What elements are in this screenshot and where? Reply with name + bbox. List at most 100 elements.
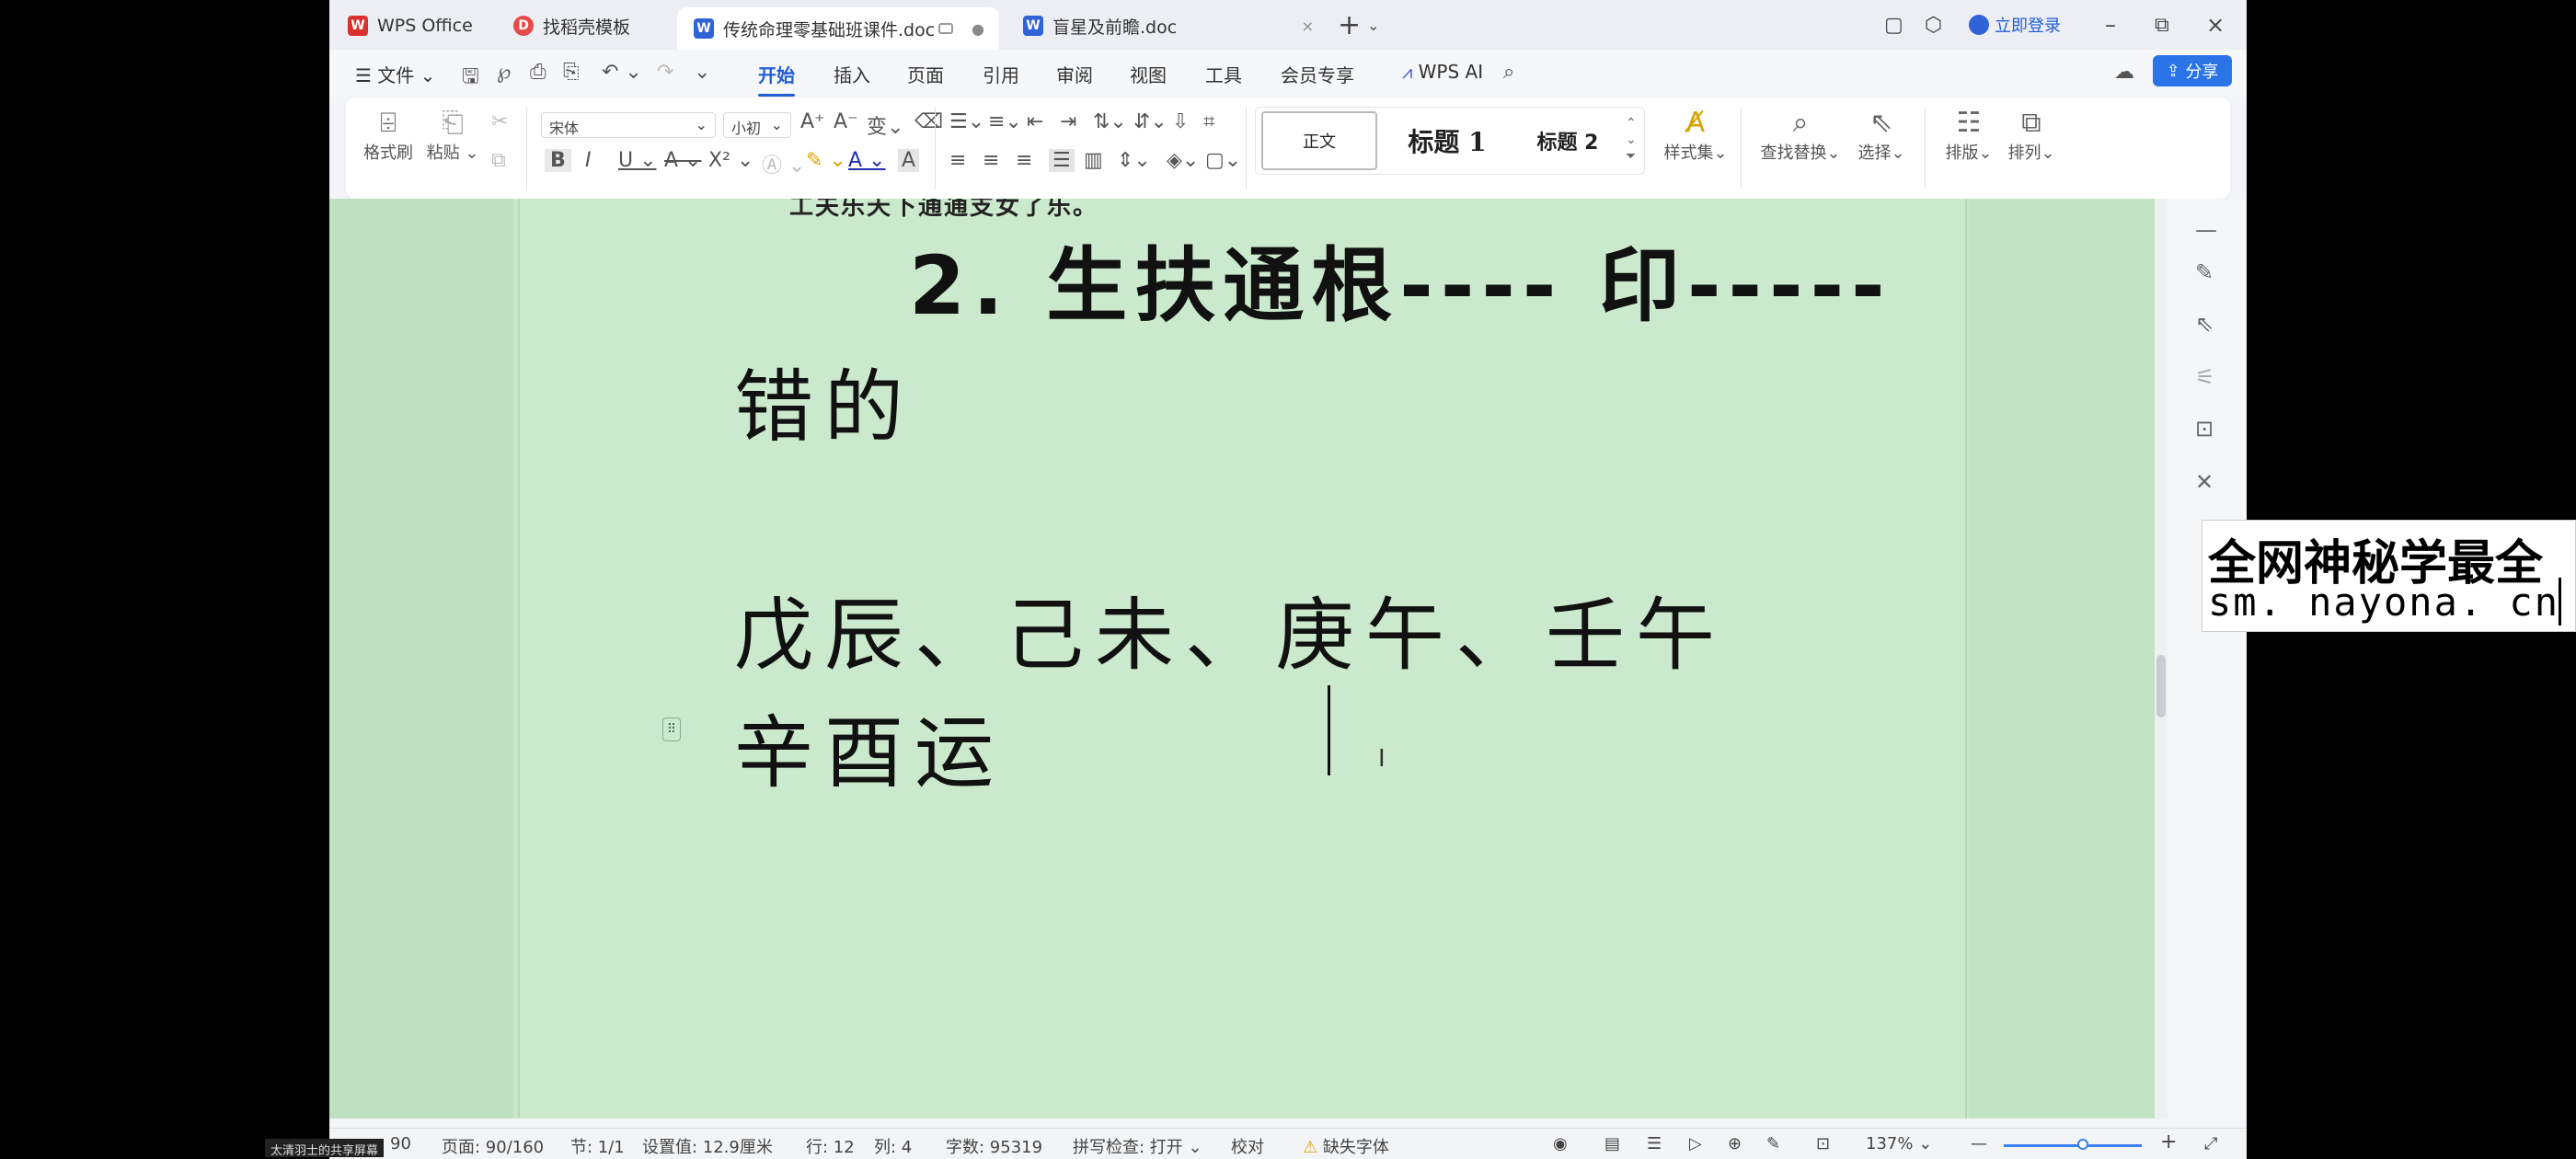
char-shading-icon[interactable]: A (898, 149, 920, 172)
format-painter-button[interactable]: ⌹ 格式刷 (361, 107, 416, 164)
show-marks-icon[interactable]: ⌗ (1203, 110, 1214, 133)
italic-icon[interactable]: I (585, 149, 592, 172)
cut-icon[interactable]: ✂ (491, 110, 508, 133)
close-tab-icon[interactable]: × (1302, 17, 1314, 35)
find-replace-button[interactable]: ⌕ 查找替换⌄ (1757, 107, 1844, 164)
proofread-button[interactable]: 校对 (1231, 1134, 1264, 1158)
save-icon[interactable]: 🖫 (462, 61, 479, 96)
wps-ai-button[interactable]: ⩘ WPS AI (1402, 61, 1483, 83)
numbered-list-icon[interactable]: ≡⌄ (988, 110, 1022, 133)
print-preview-icon[interactable]: ⎘ (563, 61, 580, 84)
search-icon[interactable]: ⌕ (1503, 61, 1514, 84)
spell-check-toggle[interactable]: 拼写检查: 打开 ⌄ (1073, 1134, 1202, 1158)
comment-icon[interactable] (938, 23, 953, 34)
text-direction-icon[interactable]: ⇅⌄ (1093, 110, 1127, 133)
font-size-select[interactable]: 小初 ⌄ (723, 112, 791, 138)
clear-format-icon[interactable]: ⌫ (914, 110, 943, 133)
paste-button[interactable]: ⎗ 粘贴 ⌄ (425, 107, 480, 164)
outline-view-icon[interactable]: ☰ (1647, 1134, 1662, 1153)
share-button[interactable]: ⇪ 分享 (2153, 55, 2232, 86)
font-color-icon[interactable]: A ⌄ (848, 149, 885, 172)
bullet-list-icon[interactable]: ☰⌄ (949, 110, 984, 133)
page-count[interactable]: 页面: 90/160 (442, 1134, 544, 1158)
file-menu[interactable]: ☰ 文件 ⌄ (355, 61, 435, 87)
menu-tools[interactable]: 工具 (1205, 61, 1242, 87)
bold-icon[interactable]: B (545, 149, 571, 172)
text-effect-icon[interactable]: Ⓐ ⌄ (762, 149, 805, 178)
tab-mangxing-document[interactable]: W 盲星及前瞻.doc × (1016, 6, 1328, 46)
align-left-icon[interactable]: ≡ (949, 149, 966, 172)
restore-icon[interactable]: ⧉ (2155, 9, 2169, 40)
web-view-icon[interactable]: ⊕ (1728, 1134, 1742, 1153)
adjust-icon[interactable]: ⚟ (2195, 364, 2215, 390)
menu-reference[interactable]: 引用 (983, 61, 1019, 87)
zoom-out-icon[interactable]: — (1971, 1134, 1987, 1153)
pen-icon[interactable]: ✎ (2195, 259, 2214, 285)
style-gallery-scroll-icon[interactable]: ⌃ ⌄ ⏷ (1626, 115, 1637, 165)
tab-current-document[interactable]: W 传统命理零基础班课件.doc ● (677, 7, 999, 50)
tab-list-chevron-icon[interactable]: ⌄ (1367, 9, 1379, 40)
export-pdf-icon[interactable]: ℘ (497, 61, 511, 84)
play-icon[interactable]: ▷ (1689, 1134, 1702, 1153)
tab-docer-templates[interactable]: D 找稻壳模板 (513, 6, 697, 46)
layout-button[interactable]: ☷ 排版⌄ (1941, 107, 1996, 164)
print-icon[interactable]: ⎙ (530, 61, 546, 84)
phonetic-guide-icon[interactable]: 变⌄ (867, 110, 903, 140)
pen-mode-icon[interactable]: ✎ (1766, 1134, 1780, 1153)
paragraph-drag-handle-icon[interactable]: ⠿ (662, 717, 681, 741)
select-cursor-icon[interactable]: ⇖ (2195, 311, 2214, 337)
distribute-icon[interactable]: ▥ (1084, 149, 1103, 172)
more-chevron-icon[interactable]: ⌄ (694, 61, 710, 84)
style-set-button[interactable]: A̸ 样式集⌄ (1662, 107, 1730, 164)
tools-icon[interactable]: ✕ (2195, 469, 2214, 495)
cloud-icon[interactable]: ☁ (2114, 61, 2134, 84)
shading-icon[interactable]: ◈⌄ (1167, 149, 1199, 172)
select-button[interactable]: ⇖ 选择⌄ (1851, 107, 1912, 164)
menu-member[interactable]: 会员专享 (1281, 61, 1354, 87)
menu-review[interactable]: 审阅 (1056, 61, 1093, 87)
style-heading-2[interactable]: 标题 2 (1517, 111, 1618, 170)
menu-view[interactable]: 视图 (1130, 61, 1167, 87)
fullscreen-icon[interactable]: ⤢ (2204, 1134, 2217, 1153)
window-layout-icon[interactable]: ▢ (1884, 9, 1903, 40)
focus-mode-icon[interactable]: ⊡ (1816, 1134, 1830, 1153)
close-window-icon[interactable]: × (2206, 9, 2225, 40)
superscript-icon[interactable]: X² ⌄ (708, 149, 753, 172)
scrollbar-thumb[interactable] (2156, 655, 2166, 717)
cube-icon[interactable]: ⬡ (1925, 9, 1942, 40)
style-normal[interactable]: 正文 (1261, 111, 1377, 170)
minimize-icon[interactable]: – (2105, 9, 2116, 40)
line-spacing-icon[interactable]: ⇵⌄ (1133, 110, 1167, 133)
zoom-in-icon[interactable]: + (2160, 1130, 2177, 1153)
new-tab-icon[interactable]: + (1338, 9, 1361, 41)
word-count[interactable]: 字数: 95319 (946, 1134, 1042, 1158)
image-edit-icon[interactable]: ⊡ (2195, 416, 2214, 442)
section-info[interactable]: 节: 1/1 (570, 1134, 625, 1158)
eye-protection-icon[interactable]: ◉ (1553, 1134, 1568, 1153)
paragraph-spacing-icon[interactable]: ⇕⌄ (1117, 149, 1151, 172)
setting-value[interactable]: 设置值: 12.9厘米 (642, 1134, 773, 1158)
tab-wps-office[interactable]: W WPS Office (348, 6, 495, 46)
align-center-icon[interactable]: ≡ (983, 149, 999, 172)
decrease-font-icon[interactable]: A⁻ (834, 110, 858, 133)
increase-font-icon[interactable]: A⁺ (800, 110, 825, 133)
sort-icon[interactable]: ⇩ (1172, 110, 1189, 133)
close-tab-icon[interactable]: ● (972, 20, 984, 38)
menu-insert[interactable]: 插入 (834, 61, 870, 87)
highlight-icon[interactable]: ✎ ⌄ (806, 149, 846, 172)
decrease-indent-icon[interactable]: ⇤ (1027, 110, 1043, 133)
undo-icon[interactable]: ↶ ⌄ (602, 61, 642, 84)
strikethrough-icon[interactable]: A ⌄ (664, 149, 701, 172)
copy-icon[interactable]: ⧉ (491, 149, 506, 172)
increase-indent-icon[interactable]: ⇥ (1060, 110, 1076, 133)
underline-icon[interactable]: U ⌄ (618, 149, 657, 172)
collapse-icon[interactable]: — (2195, 217, 2217, 243)
menu-home[interactable]: 开始 (758, 61, 795, 97)
redo-icon[interactable]: ↷ (657, 61, 673, 84)
zoom-slider[interactable] (2004, 1144, 2142, 1147)
style-heading-1[interactable]: 标题 1 (1392, 111, 1502, 170)
arrange-button[interactable]: ⧉ 排列⌄ (2004, 107, 2059, 164)
menu-page[interactable]: 页面 (907, 61, 944, 87)
zoom-slider-handle[interactable] (2077, 1139, 2088, 1150)
align-right-icon[interactable]: ≡ (1016, 149, 1032, 172)
